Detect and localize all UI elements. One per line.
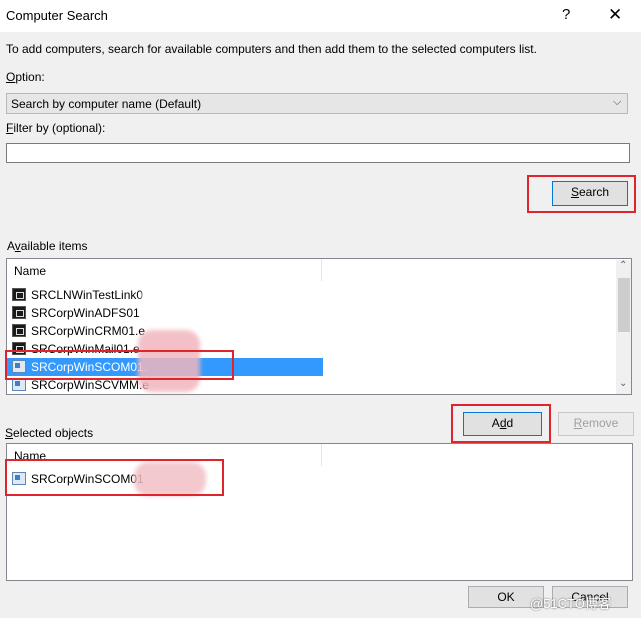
list-item-label: SRCorpWinCRM01.e <box>31 324 146 338</box>
list-item-label: SRCorpWinADFS01 <box>31 306 140 320</box>
remove-button[interactable]: Remove <box>558 412 634 436</box>
add-button[interactable]: Add <box>463 412 542 436</box>
available-items-label: Available items <box>7 239 88 253</box>
help-button[interactable]: ? <box>562 6 570 23</box>
selected-objects-list[interactable]: Name SRCorpWinSCOM01 <box>6 443 633 581</box>
scrollbar-thumb[interactable] <box>618 278 630 332</box>
instructions-text: To add computers, search for available c… <box>6 42 537 56</box>
watermark: @51CTO博客 <box>530 596 611 611</box>
list-item-label: SRCorpWinSCOM01. <box>31 360 148 374</box>
selected-objects-label: Selected objects <box>5 426 94 440</box>
option-selected-value: Search by computer name (Default) <box>11 97 202 111</box>
server-managed-icon <box>12 360 26 373</box>
title-bar: Computer Search ? ✕ <box>0 0 641 32</box>
list-item-label: SRCorpWinSCVMM.e <box>31 378 150 392</box>
list-item-label: SRCorpWinSCOM01 <box>31 472 144 486</box>
search-button[interactable]: Search <box>552 181 628 206</box>
name-column-header[interactable]: Name <box>14 449 46 463</box>
server-managed-icon <box>12 378 26 391</box>
redaction-patch <box>142 282 208 330</box>
list-item-label: SRCLNWinTestLink0 <box>31 288 144 302</box>
server-dark-icon <box>12 342 26 355</box>
vertical-scrollbar[interactable]: ⌃ ⌄ <box>616 260 631 394</box>
option-label: Option: <box>6 70 45 84</box>
available-items-list[interactable]: Name SRCLNWinTestLink0 SRCorpWinADFS01 SRC… <box>6 258 632 395</box>
column-divider <box>321 444 322 466</box>
close-button[interactable]: ✕ <box>608 5 622 25</box>
server-dark-icon <box>12 324 26 337</box>
list-item-label: SRCorpWinMail01.e <box>31 342 140 356</box>
redaction-patch <box>134 462 206 496</box>
server-dark-icon <box>12 306 26 319</box>
filter-label: Filter by (optional): <box>6 121 106 135</box>
column-divider <box>321 259 322 281</box>
chevron-down-icon: ⌵ <box>613 96 622 108</box>
dialog-title: Computer Search <box>6 8 108 23</box>
redaction-patch <box>138 330 200 392</box>
scroll-up-icon[interactable]: ⌃ <box>619 260 627 271</box>
server-dark-icon <box>12 288 26 301</box>
filter-input[interactable] <box>6 143 630 163</box>
scroll-down-icon[interactable]: ⌄ <box>619 378 627 389</box>
name-column-header[interactable]: Name <box>14 264 46 278</box>
server-managed-icon <box>12 472 26 485</box>
option-dropdown[interactable]: Search by computer name (Default) ⌵ <box>6 93 628 114</box>
